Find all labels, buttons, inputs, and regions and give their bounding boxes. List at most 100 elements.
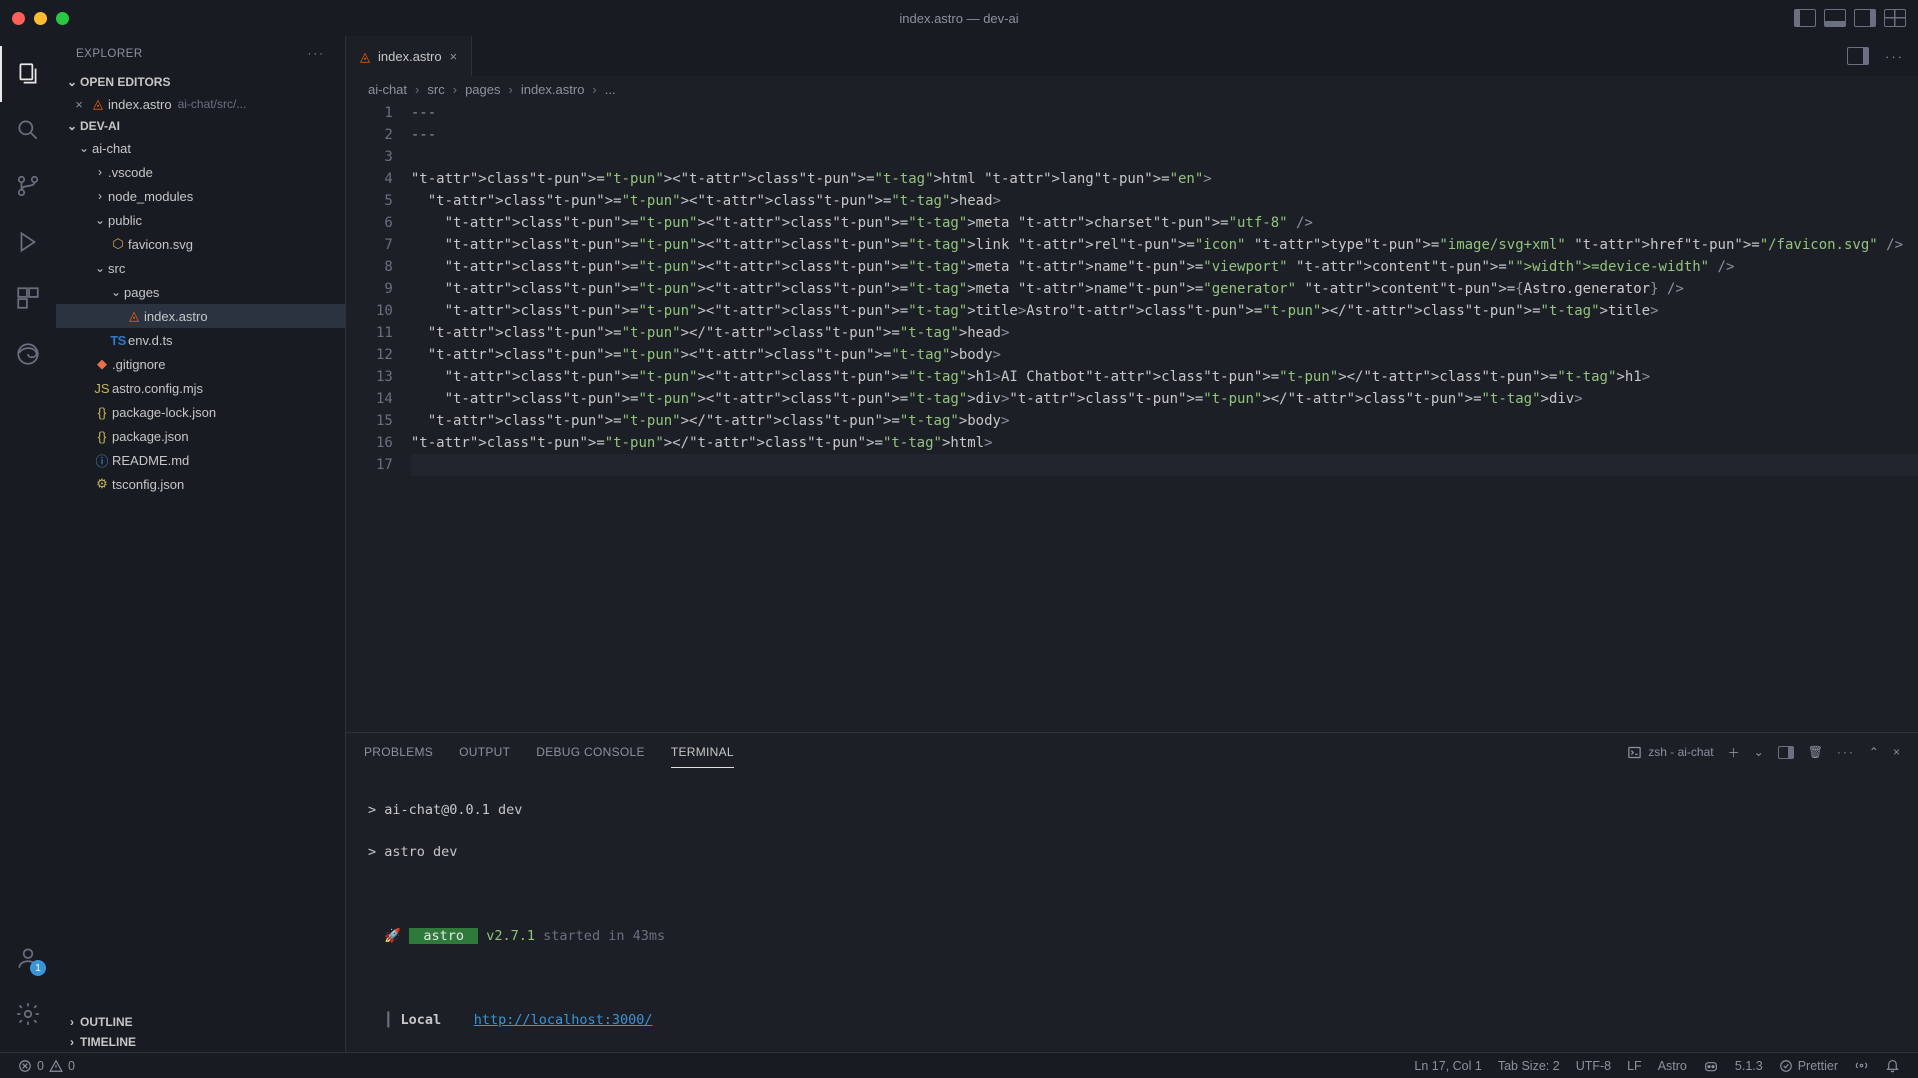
error-icon (18, 1059, 32, 1073)
outline-header[interactable]: ›OUTLINE (56, 1012, 345, 1032)
activity-bar: 1 (0, 36, 56, 1052)
breadcrumb-segment[interactable]: pages (465, 82, 500, 97)
tree-file[interactable]: JSastro.config.mjs (56, 376, 345, 400)
toggle-secondary-sidebar-icon[interactable] (1854, 9, 1876, 27)
customize-layout-icon[interactable] (1884, 9, 1906, 27)
open-editor-item[interactable]: × ◬ index.astro ai-chat/src/... (56, 92, 345, 116)
tab-bar: ◬ index.astro × ··· (346, 36, 1918, 76)
panel-tab-terminal[interactable]: TERMINAL (671, 745, 734, 768)
new-terminal-icon[interactable]: ＋ (1728, 744, 1740, 761)
panel-tab-problems[interactable]: PROBLEMS (364, 745, 433, 759)
status-bar: 0 0 Ln 17, Col 1 Tab Size: 2 UTF-8 LF As… (0, 1052, 1918, 1078)
more-icon[interactable]: ··· (1837, 745, 1855, 759)
play-bug-icon (15, 229, 41, 255)
breadcrumb-segment[interactable]: ... (605, 82, 616, 97)
activity-run[interactable] (0, 214, 56, 270)
status-ts-version[interactable]: 5.1.3 (1727, 1059, 1771, 1073)
md-icon: ⓘ (92, 451, 112, 470)
brace-icon: {} (92, 429, 112, 444)
close-panel-icon[interactable]: × (1893, 745, 1900, 759)
minimize-window-button[interactable] (34, 12, 47, 25)
ts-icon: TS (108, 333, 128, 348)
tree-file[interactable]: ⓘREADME.md (56, 448, 345, 472)
toggle-panel-icon[interactable] (1824, 9, 1846, 27)
activity-search[interactable] (0, 102, 56, 158)
tree-file[interactable]: {}package-lock.json (56, 400, 345, 424)
close-tab-icon[interactable]: × (450, 49, 458, 64)
breadcrumb[interactable]: ai-chat›src›pages›index.astro›... (346, 76, 1918, 102)
maximize-panel-icon[interactable]: ⌃ (1869, 745, 1879, 759)
extensions-icon (15, 285, 41, 311)
status-prettier[interactable]: Prettier (1771, 1059, 1846, 1073)
tree-folder[interactable]: ⌄pages (56, 280, 345, 304)
branch-icon (15, 173, 41, 199)
status-eol[interactable]: LF (1619, 1059, 1650, 1073)
panel-tab-debug[interactable]: DEBUG CONSOLE (536, 745, 645, 759)
sidebar: EXPLORER ··· ⌄OPEN EDITORS × ◬ index.ast… (56, 36, 346, 1052)
terminal-shell-label[interactable]: zsh - ai-chat (1627, 745, 1713, 760)
search-icon (15, 117, 41, 143)
astro-icon: ◬ (124, 308, 144, 324)
close-icon[interactable]: × (70, 97, 88, 112)
titlebar: index.astro — dev-ai (0, 0, 1918, 36)
tree-file[interactable]: {}package.json (56, 424, 345, 448)
tree-folder[interactable]: ⌄ai-chat (56, 136, 345, 160)
kill-terminal-icon[interactable]: 🗑 (1808, 745, 1823, 759)
activity-edge[interactable] (0, 326, 56, 382)
breadcrumb-segment[interactable]: ai-chat (368, 82, 407, 97)
svg-icon: ⬡ (108, 236, 128, 252)
split-terminal-icon[interactable] (1778, 746, 1794, 759)
file-tree: ⌄ai-chat›.vscode›node_modules⌄public⬡fav… (56, 136, 345, 1012)
tree-folder[interactable]: ⌄src (56, 256, 345, 280)
astro-file-icon: ◬ (88, 96, 108, 112)
terminal-output[interactable]: > ai-chat@0.0.1 dev > astro dev 🚀 astro … (346, 771, 1918, 1052)
status-lang[interactable]: Astro (1650, 1059, 1695, 1073)
sidebar-title: EXPLORER ··· (56, 36, 345, 72)
status-live-icon[interactable] (1846, 1058, 1877, 1073)
code-editor[interactable]: 1234567891011121314151617 ------ "t-attr… (346, 102, 1918, 732)
tree-folder[interactable]: ›.vscode (56, 160, 345, 184)
check-icon (1779, 1059, 1793, 1073)
status-cursor[interactable]: Ln 17, Col 1 (1406, 1059, 1489, 1073)
git-icon: ◆ (92, 356, 112, 372)
activity-settings[interactable] (0, 986, 56, 1042)
activity-scm[interactable] (0, 158, 56, 214)
activity-explorer[interactable] (0, 46, 56, 102)
status-copilot-icon[interactable] (1695, 1058, 1727, 1074)
open-editors-header[interactable]: ⌄OPEN EDITORS (56, 72, 345, 92)
tab-index-astro[interactable]: ◬ index.astro × (346, 36, 472, 76)
status-bell-icon[interactable] (1877, 1058, 1908, 1073)
tree-file[interactable]: ◆.gitignore (56, 352, 345, 376)
terminal-icon (1627, 745, 1642, 760)
terminal-dropdown-icon[interactable]: ⌄ (1754, 745, 1764, 759)
breadcrumb-segment[interactable]: index.astro (521, 82, 585, 97)
tree-folder[interactable]: ⌄public (56, 208, 345, 232)
tree-file[interactable]: TSenv.d.ts (56, 328, 345, 352)
activity-account[interactable]: 1 (0, 930, 56, 986)
more-icon[interactable]: ··· (1885, 49, 1904, 64)
json-icon: ⚙ (92, 476, 112, 492)
breadcrumb-segment[interactable]: src (427, 82, 444, 97)
account-badge: 1 (30, 960, 46, 976)
status-errors[interactable]: 0 0 (10, 1059, 83, 1073)
status-encoding[interactable]: UTF-8 (1568, 1059, 1619, 1073)
tree-folder[interactable]: ›node_modules (56, 184, 345, 208)
panel-tab-output[interactable]: OUTPUT (459, 745, 510, 759)
maximize-window-button[interactable] (56, 12, 69, 25)
traffic-lights (12, 12, 69, 25)
tree-file[interactable]: ⬡favicon.svg (56, 232, 345, 256)
toggle-primary-sidebar-icon[interactable] (1794, 9, 1816, 27)
files-icon (15, 61, 41, 87)
workspace-header[interactable]: ⌄DEV-AI (56, 116, 345, 136)
tree-file[interactable]: ◬index.astro (56, 304, 345, 328)
gear-icon (15, 1001, 41, 1027)
status-indent[interactable]: Tab Size: 2 (1490, 1059, 1568, 1073)
activity-extensions[interactable] (0, 270, 56, 326)
brace-icon: {} (92, 405, 112, 420)
timeline-header[interactable]: ›TIMELINE (56, 1032, 345, 1052)
more-icon[interactable]: ··· (308, 48, 326, 60)
astro-file-icon: ◬ (360, 49, 370, 65)
close-window-button[interactable] (12, 12, 25, 25)
tree-file[interactable]: ⚙tsconfig.json (56, 472, 345, 496)
split-editor-icon[interactable] (1847, 47, 1869, 65)
